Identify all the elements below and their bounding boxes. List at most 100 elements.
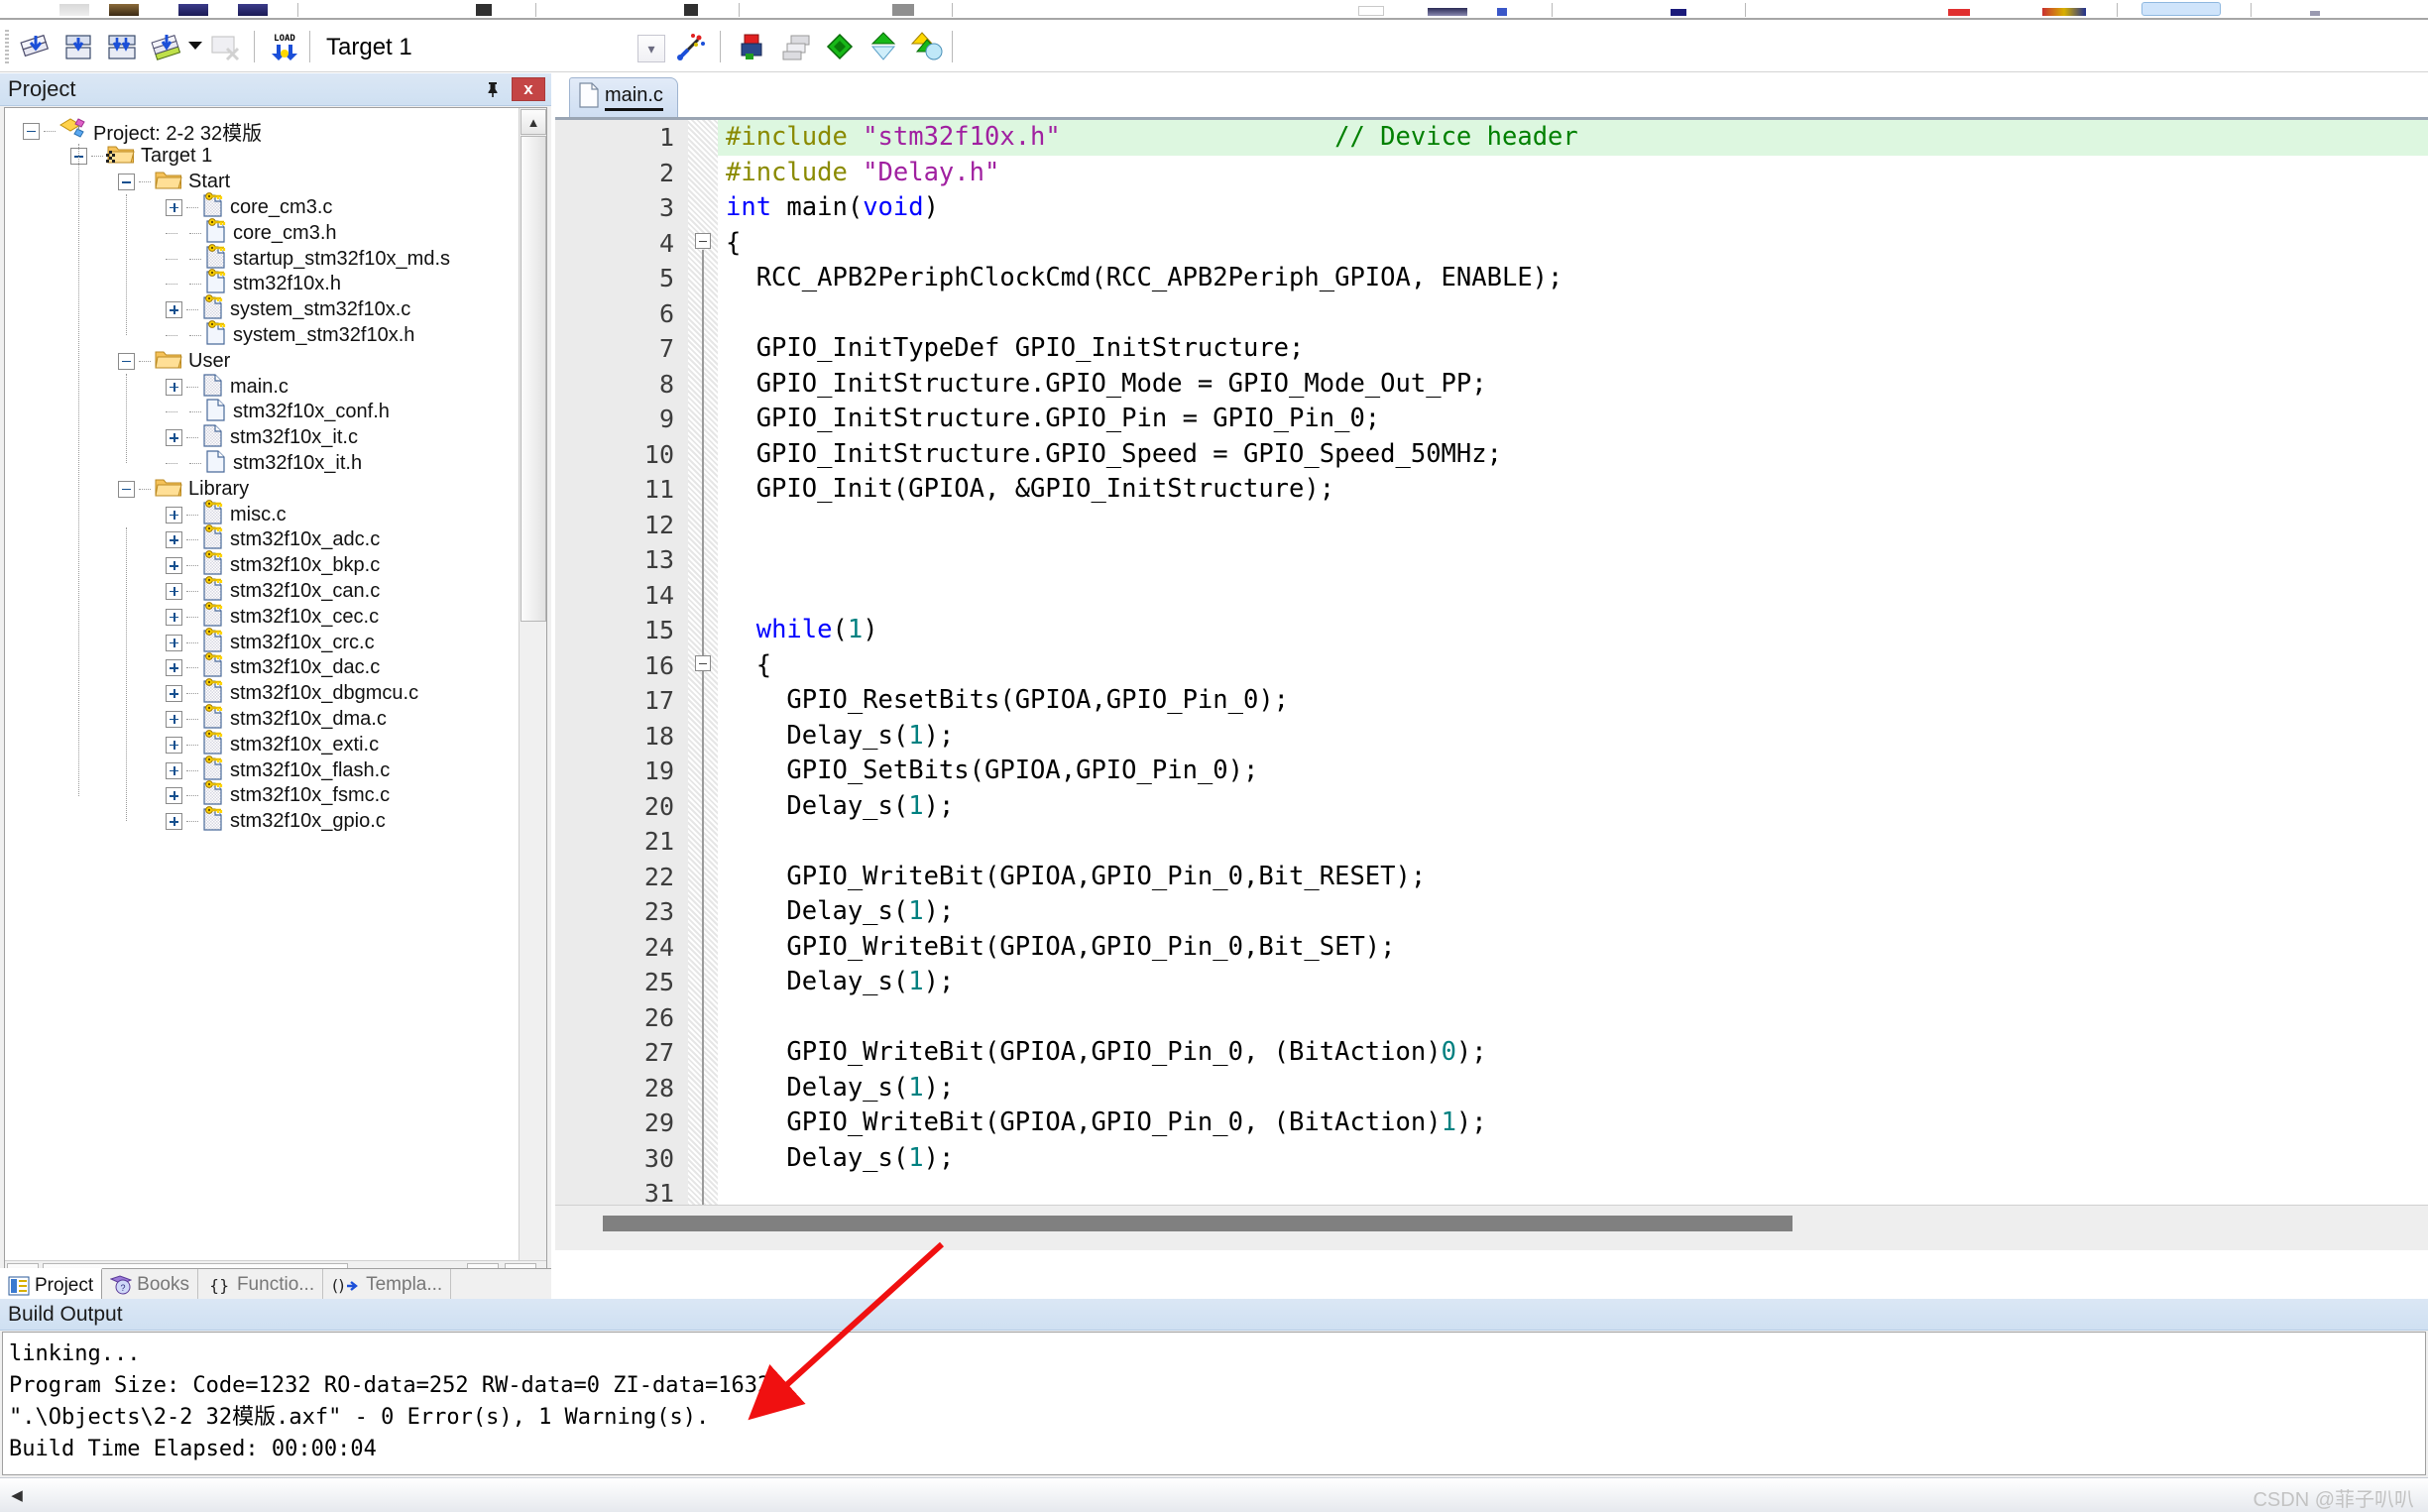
target-options-icon[interactable] [672, 28, 710, 65]
expand-icon[interactable] [166, 583, 182, 600]
tab-main-c[interactable]: main.c [569, 77, 678, 117]
tree-item-stm32f10x_dac.c[interactable]: stm32f10x_dac.c [166, 655, 380, 681]
collapse-icon[interactable] [118, 481, 135, 498]
expand-icon[interactable] [166, 659, 182, 676]
tree-vertical-scrollbar[interactable]: ▲ [519, 108, 546, 1260]
panel-tab-functio[interactable]: {}Functio... [198, 1269, 323, 1301]
tree-item-stm32f10x_bkp.c[interactable]: stm32f10x_bkp.c [166, 553, 380, 579]
build-output-text[interactable]: linking...Program Size: Code=1232 RO-dat… [2, 1332, 2426, 1475]
expand-icon[interactable] [166, 429, 182, 446]
batch-build-dropdown-arrow[interactable] [188, 42, 202, 50]
code-text[interactable]: 1#include "stm32f10x.h" // Device header… [555, 120, 2428, 1250]
expand-icon[interactable] [166, 301, 182, 318]
tree-item-core_cm3.c[interactable]: core_cm3.c [166, 194, 332, 220]
rebuild-icon[interactable] [103, 28, 141, 65]
scroll-thumb[interactable] [520, 136, 546, 622]
code-line[interactable]: 6 [555, 296, 2428, 332]
tree-item-stm32f10x_gpio.c[interactable]: stm32f10x_gpio.c [166, 809, 386, 835]
tree-item-stm32f10x_crc.c[interactable]: stm32f10x_crc.c [166, 630, 375, 655]
code-line[interactable]: 11 GPIO_Init(GPIOA, &GPIO_InitStructure)… [555, 472, 2428, 508]
manage-project-icon[interactable] [734, 28, 771, 65]
tree-item-start[interactable]: Start [118, 170, 230, 195]
target-combo[interactable]: Target 1 ▾ [319, 32, 668, 63]
code-line[interactable]: 14 [555, 578, 2428, 614]
editor-horizontal-scrollbar[interactable] [555, 1205, 2428, 1250]
code-line[interactable]: 13 [555, 542, 2428, 578]
code-line[interactable]: 12 [555, 508, 2428, 543]
code-line[interactable]: 23 Delay_s(1); [555, 894, 2428, 930]
collapse-icon[interactable] [23, 123, 40, 140]
collapse-icon[interactable] [118, 174, 135, 190]
tree-item-system_stm32f10x.h[interactable]: system_stm32f10x.h [166, 322, 414, 348]
tree-item-target1[interactable]: Target 1 [70, 144, 212, 170]
code-line[interactable]: 15 while(1) [555, 613, 2428, 648]
code-line[interactable]: 1#include "stm32f10x.h" // Device header [555, 120, 2428, 156]
multi-project-icon[interactable] [777, 28, 815, 65]
expand-icon[interactable] [166, 531, 182, 548]
code-line[interactable]: 22 GPIO_WriteBit(GPIOA,GPIO_Pin_0,Bit_RE… [555, 860, 2428, 895]
tree-item-stm32f10x_cec.c[interactable]: stm32f10x_cec.c [166, 604, 379, 630]
pack-installer-icon[interactable] [821, 28, 859, 65]
tree-item-stm32f10x_adc.c[interactable]: stm32f10x_adc.c [166, 527, 380, 553]
tree-item-stm32f10x_fsmc.c[interactable]: stm32f10x_fsmc.c [166, 783, 390, 809]
code-line[interactable]: 30 Delay_s(1); [555, 1141, 2428, 1177]
cropped-search-box[interactable] [2141, 2, 2221, 16]
toolbar-grip[interactable] [5, 30, 9, 63]
download-icon[interactable]: LOAD [266, 28, 303, 65]
collapse-icon[interactable] [118, 353, 135, 370]
code-line[interactable]: 29 GPIO_WriteBit(GPIOA,GPIO_Pin_0, (BitA… [555, 1105, 2428, 1141]
code-view[interactable]: 1#include "stm32f10x.h" // Device header… [555, 117, 2428, 1250]
run-to-main-icon[interactable] [908, 28, 946, 65]
expand-icon[interactable] [166, 609, 182, 626]
code-line[interactable]: 8 GPIO_InitStructure.GPIO_Mode = GPIO_Mo… [555, 367, 2428, 403]
tree-item-stm32f10x_can.c[interactable]: stm32f10x_can.c [166, 578, 380, 604]
code-line[interactable]: 18 Delay_s(1); [555, 719, 2428, 755]
expand-icon[interactable] [166, 379, 182, 396]
expand-icon[interactable] [166, 762, 182, 779]
code-line[interactable]: 2#include "Delay.h" [555, 156, 2428, 191]
expand-icon[interactable] [166, 737, 182, 754]
close-icon[interactable]: x [512, 77, 545, 101]
tree-item-core_cm3.h[interactable]: core_cm3.h [166, 220, 337, 246]
code-line[interactable]: 4{ [555, 226, 2428, 262]
code-line[interactable]: 16 { [555, 648, 2428, 684]
expand-icon[interactable] [166, 507, 182, 523]
tree-item-system_stm32f10x.c[interactable]: system_stm32f10x.c [166, 297, 410, 323]
chevron-down-icon[interactable]: ▾ [637, 35, 665, 62]
tree-item-startup_stm32f10x_md.s[interactable]: startup_stm32f10x_md.s [166, 246, 450, 272]
build-icon[interactable] [59, 28, 97, 65]
pin-icon[interactable] [480, 77, 506, 101]
tree-item-stm32f10x_exti.c[interactable]: stm32f10x_exti.c [166, 732, 379, 757]
expand-icon[interactable] [166, 557, 182, 574]
fold-box-main[interactable] [695, 233, 711, 249]
expand-icon[interactable] [166, 813, 182, 830]
code-line[interactable]: 10 GPIO_InitStructure.GPIO_Speed = GPIO_… [555, 437, 2428, 473]
code-line[interactable]: 5 RCC_APB2PeriphClockCmd(RCC_APB2Periph_… [555, 261, 2428, 296]
tree-item-misc.c[interactable]: misc.c [166, 502, 287, 527]
fold-box-while[interactable] [695, 655, 711, 671]
expand-icon[interactable] [166, 635, 182, 651]
panel-tab-books[interactable]: ?Books [102, 1269, 198, 1301]
code-line[interactable]: 19 GPIO_SetBits(GPIOA,GPIO_Pin_0); [555, 754, 2428, 789]
expand-icon[interactable] [166, 685, 182, 702]
code-line[interactable]: 26 [555, 1000, 2428, 1036]
tree-item-stm32f10x_it.c[interactable]: stm32f10x_it.c [166, 425, 358, 451]
code-line[interactable]: 21 [555, 824, 2428, 860]
editor-hscroll-thumb[interactable] [603, 1216, 1792, 1231]
tree-item-project2-232[interactable]: Project: 2-2 32模版 [23, 118, 262, 144]
batch-build-icon[interactable] [147, 28, 184, 65]
tree-item-stm32f10x_dma.c[interactable]: stm32f10x_dma.c [166, 706, 387, 732]
tree-item-stm32f10x_conf.h[interactable]: stm32f10x_conf.h [166, 400, 390, 425]
tree-item-user[interactable]: User [118, 348, 230, 374]
expand-icon[interactable] [166, 787, 182, 804]
project-tree[interactable]: Project: 2-2 32模版Target 1Startcore_cm3.c… [4, 107, 547, 1297]
panel-tab-templa[interactable]: ()Templa... [323, 1269, 451, 1301]
expand-icon[interactable] [166, 199, 182, 216]
translate-icon[interactable] [16, 28, 54, 65]
code-line[interactable]: 27 GPIO_WriteBit(GPIOA,GPIO_Pin_0, (BitA… [555, 1035, 2428, 1071]
code-line[interactable]: 9 GPIO_InitStructure.GPIO_Pin = GPIO_Pin… [555, 402, 2428, 437]
pack-download-icon[interactable] [865, 28, 902, 65]
tree-item-stm32f10x_dbgmcu.c[interactable]: stm32f10x_dbgmcu.c [166, 681, 418, 707]
tree-item-main.c[interactable]: main.c [166, 374, 289, 400]
code-line[interactable]: 24 GPIO_WriteBit(GPIOA,GPIO_Pin_0,Bit_SE… [555, 930, 2428, 966]
